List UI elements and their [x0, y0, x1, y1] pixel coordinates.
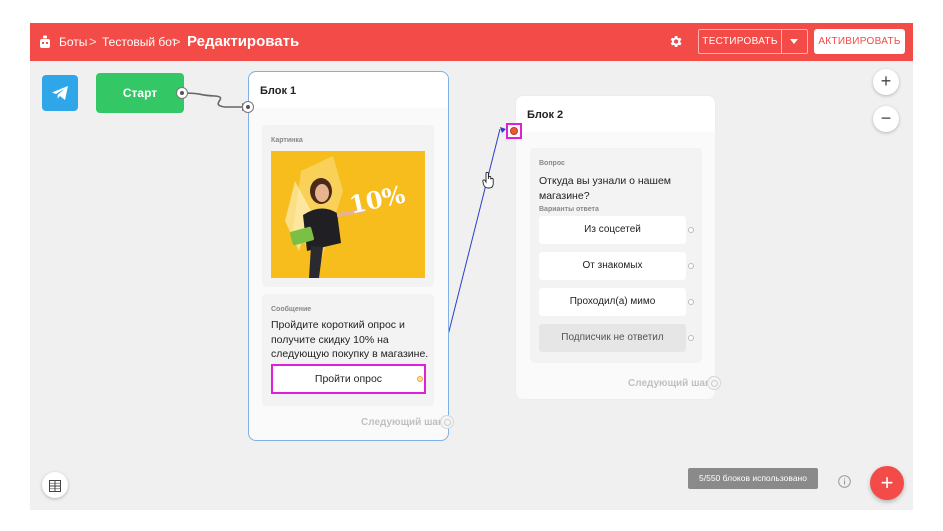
grid-icon — [49, 479, 61, 492]
blocks-usage-badge: 5/550 блоков использовано — [688, 468, 818, 489]
breadcrumb-separator: > — [89, 34, 97, 49]
breadcrumb-separator: > — [173, 34, 181, 49]
answer-option-label: Из соцсетей — [584, 224, 641, 235]
top-bar: Боты > Тестовый бот > Редактировать ТЕСТ… — [30, 23, 913, 61]
survey-button-port[interactable] — [417, 376, 423, 382]
answer-option-port[interactable] — [688, 335, 694, 341]
block-1-next-port[interactable] — [440, 415, 454, 429]
answer-option-label: Проходил(а) мимо — [569, 296, 656, 307]
telegram-channel-tile[interactable] — [42, 75, 78, 111]
block-2-header: Блок 2 — [516, 96, 715, 132]
promo-image: 10% — [271, 151, 425, 278]
block-1-header: Блок 1 — [249, 72, 448, 108]
answer-option-port[interactable] — [688, 227, 694, 233]
activate-button[interactable]: АКТИВИРОВАТЬ — [814, 29, 905, 54]
answer-option[interactable]: Проходил(а) мимо — [539, 288, 686, 316]
message-card-label: Сообщение — [271, 306, 312, 313]
block-2-title: Блок 2 — [527, 109, 564, 121]
block-2-next-step: Следующий шаг — [628, 378, 710, 389]
image-card[interactable]: Картинка 10% — [262, 125, 434, 287]
question-text: Откуда вы узнали о нашем магазине? — [539, 175, 672, 202]
minimap-button[interactable] — [42, 472, 68, 498]
start-node[interactable]: Старт — [96, 73, 184, 113]
bot-icon[interactable] — [39, 35, 51, 49]
answer-option-port[interactable] — [688, 299, 694, 305]
bot-editor: Боты > Тестовый бот > Редактировать ТЕСТ… — [30, 23, 913, 510]
image-card-label: Картинка — [271, 137, 303, 144]
answers-label: Варианты ответа — [539, 206, 599, 213]
test-button[interactable]: ТЕСТИРОВАТЬ — [698, 29, 782, 54]
add-block-button[interactable]: + — [870, 466, 904, 500]
gear-icon[interactable] — [668, 34, 683, 49]
info-icon[interactable] — [838, 475, 851, 488]
block-1[interactable]: Блок 1 Картинка 10% Сообщение Пройдите к… — [248, 71, 454, 441]
answer-option-port[interactable] — [688, 263, 694, 269]
block-1-input-port[interactable] — [242, 101, 254, 113]
answer-option-no-reply[interactable]: Подписчик не ответил — [539, 324, 686, 352]
chevron-down-icon — [790, 39, 798, 44]
telegram-icon — [51, 85, 69, 101]
block-2-input-port-highlight[interactable] — [506, 123, 522, 139]
zoom-in-button[interactable]: + — [873, 69, 899, 95]
hand-cursor-icon — [482, 171, 496, 189]
question-card-label: Вопрос — [539, 160, 565, 167]
answer-option[interactable]: Из соцсетей — [539, 216, 686, 244]
survey-button-label: Пройти опрос — [314, 373, 383, 385]
block-2-next-port[interactable] — [707, 376, 721, 390]
block-1-next-step: Следующий шаг — [361, 417, 443, 428]
block-2-input-port — [510, 127, 518, 135]
answer-option-label: Подписчик не ответил — [561, 332, 664, 343]
start-label: Старт — [122, 86, 158, 100]
breadcrumb-bot[interactable]: Тестовый бот — [102, 23, 177, 61]
question-card[interactable]: Вопрос Откуда вы узнали о нашем магазине… — [530, 148, 702, 363]
page-title: Редактировать — [187, 33, 300, 50]
breadcrumb-bots[interactable]: Боты — [59, 23, 87, 61]
block-1-title: Блок 1 — [260, 85, 297, 97]
message-text: Пройдите короткий опрос и получите скидк… — [271, 319, 429, 360]
zoom-out-button[interactable]: − — [873, 106, 899, 132]
answer-option[interactable]: От знакомых — [539, 252, 686, 280]
survey-button[interactable]: Пройти опрос — [271, 364, 426, 394]
start-output-port[interactable] — [176, 87, 188, 99]
test-dropdown-button[interactable] — [782, 29, 808, 54]
answer-option-label: От знакомых — [582, 260, 643, 271]
block-2[interactable]: Блок 2 Вопрос Откуда вы узнали о нашем м… — [506, 95, 721, 400]
connector-start-block1 — [182, 92, 242, 108]
